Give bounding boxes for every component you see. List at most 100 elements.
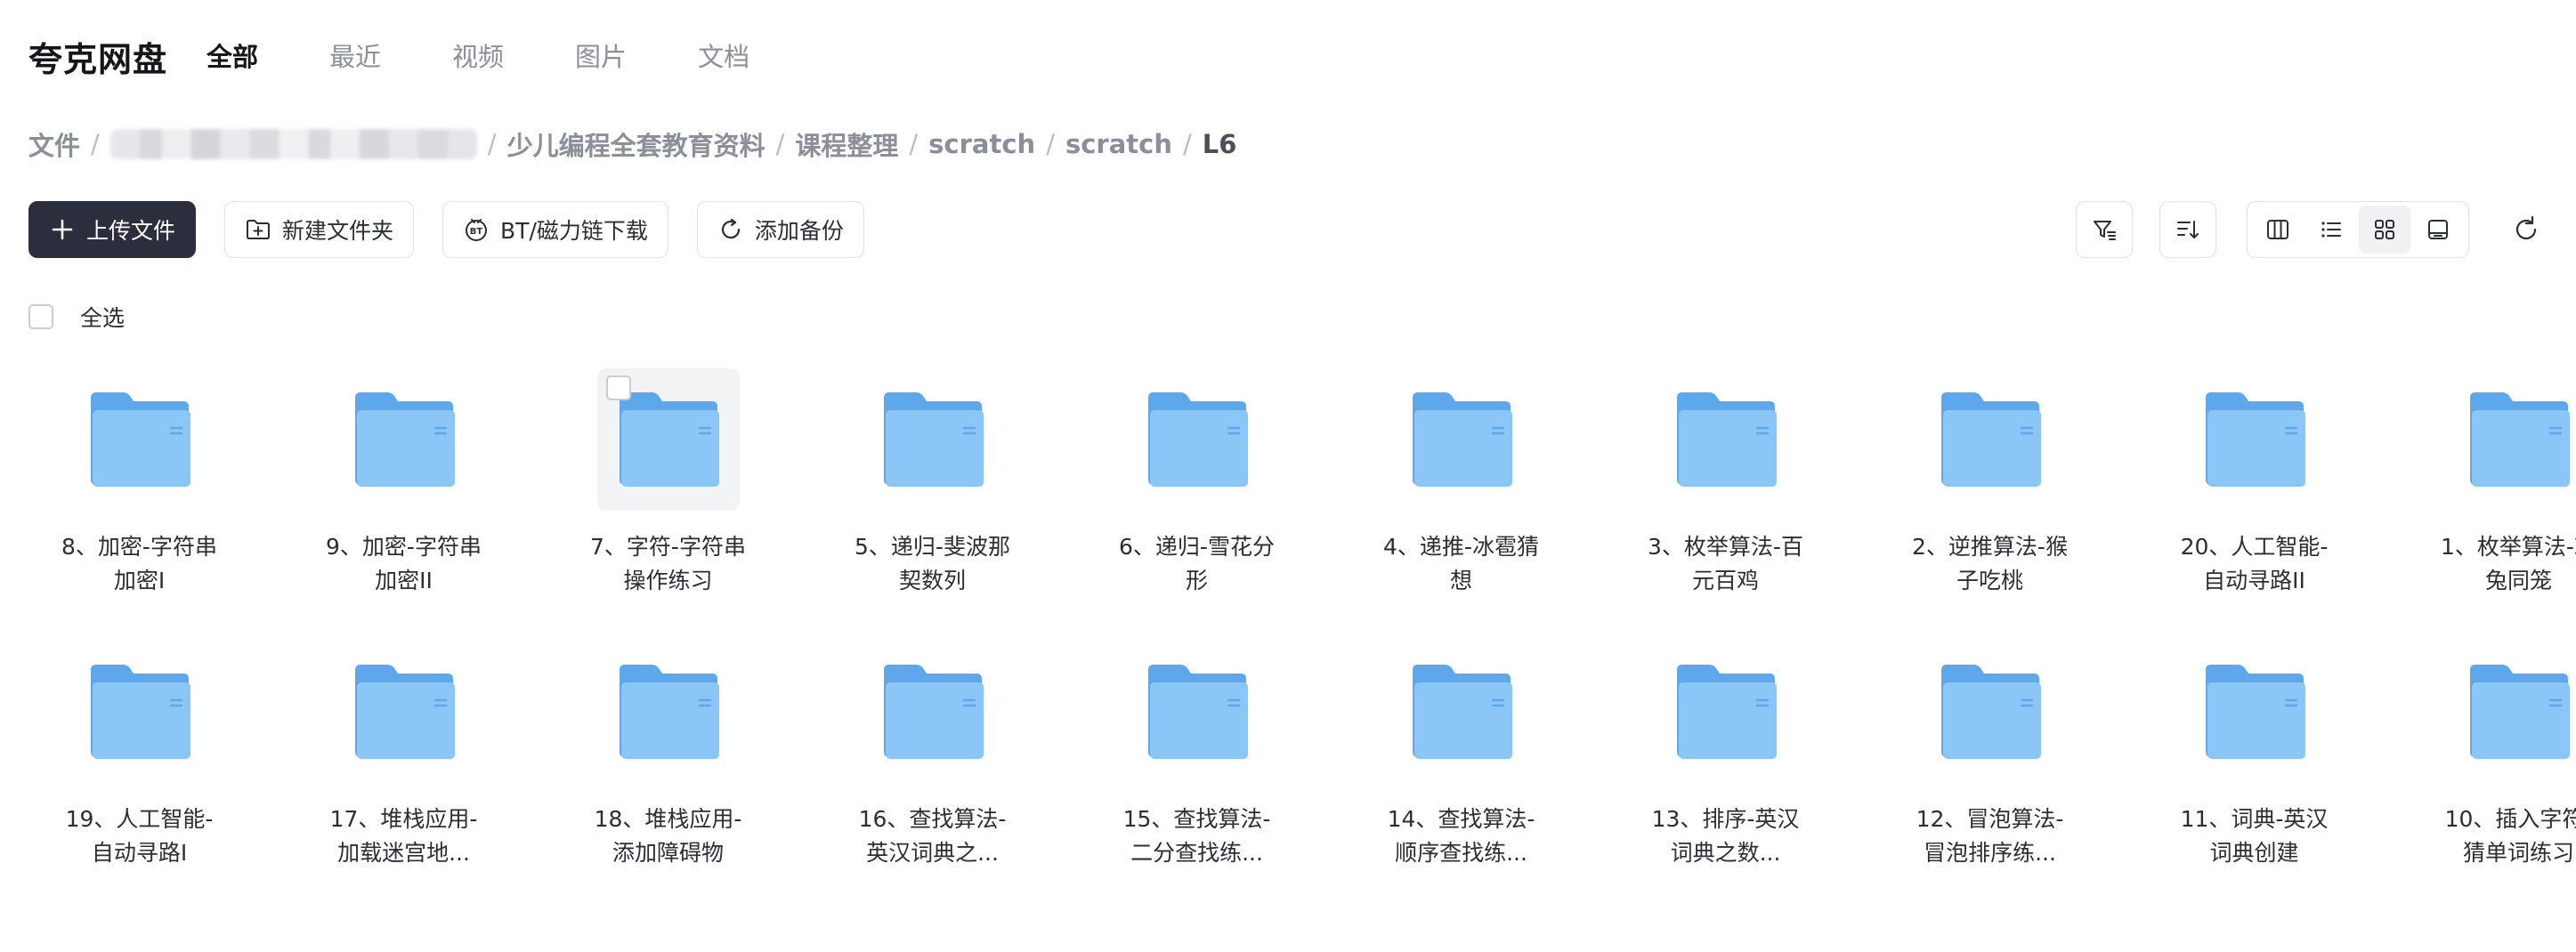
folder-icon <box>1147 392 1248 487</box>
tab-video[interactable]: 视频 <box>452 39 504 75</box>
folder-thumbnail[interactable] <box>2448 641 2576 783</box>
breadcrumb-item[interactable]: scratch <box>1065 129 1172 159</box>
folder-thumbnail[interactable] <box>862 368 1004 511</box>
folder-thumbnail[interactable] <box>1919 368 2062 511</box>
sort-button[interactable] <box>2159 201 2216 258</box>
bt-magnet-download-button[interactable]: BT BT/磁力链下载 <box>442 201 668 258</box>
folder-icon <box>2205 392 2305 487</box>
folder-item[interactable]: 5、递归-斐波那契数列 <box>800 368 1065 641</box>
grid-icon <box>2375 220 2394 239</box>
folder-thumbnail[interactable] <box>69 641 211 783</box>
breadcrumb-item[interactable]: scratch <box>928 129 1035 159</box>
folder-thumbnail[interactable] <box>597 641 740 783</box>
folder-item[interactable]: 11、词典-英汉词典创建 <box>2122 641 2386 913</box>
add-backup-label: 添加备份 <box>754 218 844 244</box>
folder-item[interactable]: 4、递推-冰雹猜想 <box>1329 368 1593 641</box>
folder-name[interactable]: 14、查找算法-顺序查找练... <box>1377 803 1546 870</box>
folder-thumbnail[interactable] <box>1655 368 1797 511</box>
breadcrumb-root[interactable]: 文件 <box>28 125 80 163</box>
new-folder-button[interactable]: 新建文件夹 <box>224 201 415 258</box>
breadcrumb-item[interactable]: 少儿编程全套教育资料 <box>507 125 766 163</box>
folder-item[interactable]: 13、排序-英汉词典之数... <box>1593 641 1858 913</box>
folder-name[interactable]: 15、查找算法-二分查找练... <box>1113 803 1282 870</box>
folder-item[interactable]: 18、堆栈应用-添加障碍物 <box>536 641 800 913</box>
tab-document[interactable]: 文档 <box>698 39 749 75</box>
filter-button[interactable] <box>2076 201 2133 258</box>
tab-image[interactable]: 图片 <box>575 39 627 75</box>
breadcrumb-current: L6 <box>1202 129 1237 159</box>
folder-item[interactable]: 2、逆推算法-猴子吃桃 <box>1858 368 2122 641</box>
upload-button[interactable]: 上传文件 <box>28 201 197 258</box>
folder-name[interactable]: 17、堆栈应用-加载迷宫地... <box>320 803 489 870</box>
folder-item[interactable]: 6、递归-雪花分形 <box>1065 368 1329 641</box>
folder-item[interactable]: 7、字符-字符串操作练习 <box>536 368 800 641</box>
folder-grid: 8、加密-字符串加密I 9、加密-字符串加密II 7、字符-字符串操作练习 5、递归-… <box>7 368 2576 913</box>
folder-item[interactable]: 20、人工智能-自动寻路II <box>2122 368 2386 641</box>
folder-name[interactable]: 13、排序-英汉词典之数... <box>1641 803 1810 870</box>
folder-name[interactable]: 12、冒泡算法-冒泡排序练... <box>1906 803 2075 870</box>
folder-item[interactable]: 10、插入字符-猜单词练习 <box>2386 641 2576 913</box>
folder-thumbnail[interactable] <box>2448 368 2576 511</box>
folder-item[interactable]: 19、人工智能-自动寻路I <box>7 641 271 913</box>
folder-icon <box>354 665 455 759</box>
folder-name[interactable]: 1、枚举算法-鸡兔同笼 <box>2434 530 2576 598</box>
plus-icon <box>52 219 73 240</box>
breadcrumb-separator: / <box>91 129 100 159</box>
folder-name[interactable]: 7、字符-字符串操作练习 <box>584 530 753 598</box>
folder-thumbnail[interactable] <box>1126 641 1268 783</box>
folder-name[interactable]: 20、人工智能-自动寻路II <box>2170 530 2339 598</box>
folder-thumbnail[interactable] <box>862 641 1004 783</box>
folder-item[interactable]: 17、堆栈应用-加载迷宫地... <box>271 641 536 913</box>
folder-name[interactable]: 4、递推-冰雹猜想 <box>1377 530 1546 598</box>
refresh-button[interactable] <box>2505 201 2548 258</box>
folder-item[interactable]: 12、冒泡算法-冒泡排序练... <box>1858 641 2122 913</box>
folder-name[interactable]: 9、加密-字符串加密II <box>320 530 489 598</box>
view-mode-group <box>2247 201 2469 258</box>
add-backup-button[interactable]: 添加备份 <box>696 201 864 258</box>
select-all-row: 全选 <box>28 301 125 333</box>
select-all-label[interactable]: 全选 <box>80 301 125 333</box>
folder-thumbnail[interactable] <box>333 641 475 783</box>
folder-thumbnail[interactable] <box>1390 368 1533 511</box>
folder-thumbnail[interactable] <box>2183 368 2326 511</box>
view-list-button[interactable] <box>2305 206 2357 254</box>
breadcrumb-item[interactable]: 课程整理 <box>795 125 898 163</box>
folder-name[interactable]: 16、查找算法-英汉词典之... <box>848 803 1017 870</box>
folder-name[interactable]: 18、堆栈应用-添加障碍物 <box>584 803 753 870</box>
folder-name[interactable]: 2、逆推算法-猴子吃桃 <box>1906 530 2075 598</box>
folder-thumbnail[interactable] <box>1919 641 2062 783</box>
view-preview-button[interactable] <box>2412 206 2464 254</box>
folder-name[interactable]: 19、人工智能-自动寻路I <box>55 803 224 870</box>
folder-thumbnail[interactable] <box>333 368 475 511</box>
folder-item[interactable]: 14、查找算法-顺序查找练... <box>1329 641 1593 913</box>
folder-name[interactable]: 11、词典-英汉词典创建 <box>2170 803 2339 870</box>
folder-item[interactable]: 1、枚举算法-鸡兔同笼 <box>2386 368 2576 641</box>
view-grid-button[interactable] <box>2359 206 2410 254</box>
list-icon <box>2321 222 2341 238</box>
folder-item[interactable]: 3、枚举算法-百元百鸡 <box>1593 368 1858 641</box>
select-all-checkbox[interactable] <box>28 304 53 329</box>
folder-name[interactable]: 5、递归-斐波那契数列 <box>848 530 1017 598</box>
folder-thumbnail[interactable] <box>1126 368 1268 511</box>
folder-item[interactable]: 16、查找算法-英汉词典之... <box>800 641 1065 913</box>
folder-name[interactable]: 3、枚举算法-百元百鸡 <box>1641 530 1810 598</box>
view-columns-button[interactable] <box>2252 206 2304 254</box>
folder-thumbnail[interactable] <box>2183 641 2326 783</box>
folder-item[interactable]: 8、加密-字符串加密I <box>7 368 271 641</box>
folder-item[interactable]: 9、加密-字符串加密II <box>271 368 536 641</box>
folder-icon <box>1147 665 1248 759</box>
tab-recent[interactable]: 最近 <box>329 39 381 75</box>
breadcrumb-redacted-segment[interactable] <box>109 129 477 159</box>
folder-thumbnail[interactable] <box>596 368 740 511</box>
folder-select-checkbox[interactable] <box>605 375 631 400</box>
folder-thumbnail[interactable] <box>69 368 211 511</box>
breadcrumb-separator: / <box>909 129 919 159</box>
app-brand[interactable]: 夸克网盘 <box>28 32 167 81</box>
folder-thumbnail[interactable] <box>1655 641 1797 783</box>
tab-all[interactable]: 全部 <box>207 39 258 75</box>
folder-name[interactable]: 10、插入字符-猜单词练习 <box>2434 803 2576 870</box>
folder-name[interactable]: 6、递归-雪花分形 <box>1113 530 1282 598</box>
folder-name[interactable]: 8、加密-字符串加密I <box>55 530 224 598</box>
folder-thumbnail[interactable] <box>1390 641 1533 783</box>
folder-item[interactable]: 15、查找算法-二分查找练... <box>1065 641 1329 913</box>
